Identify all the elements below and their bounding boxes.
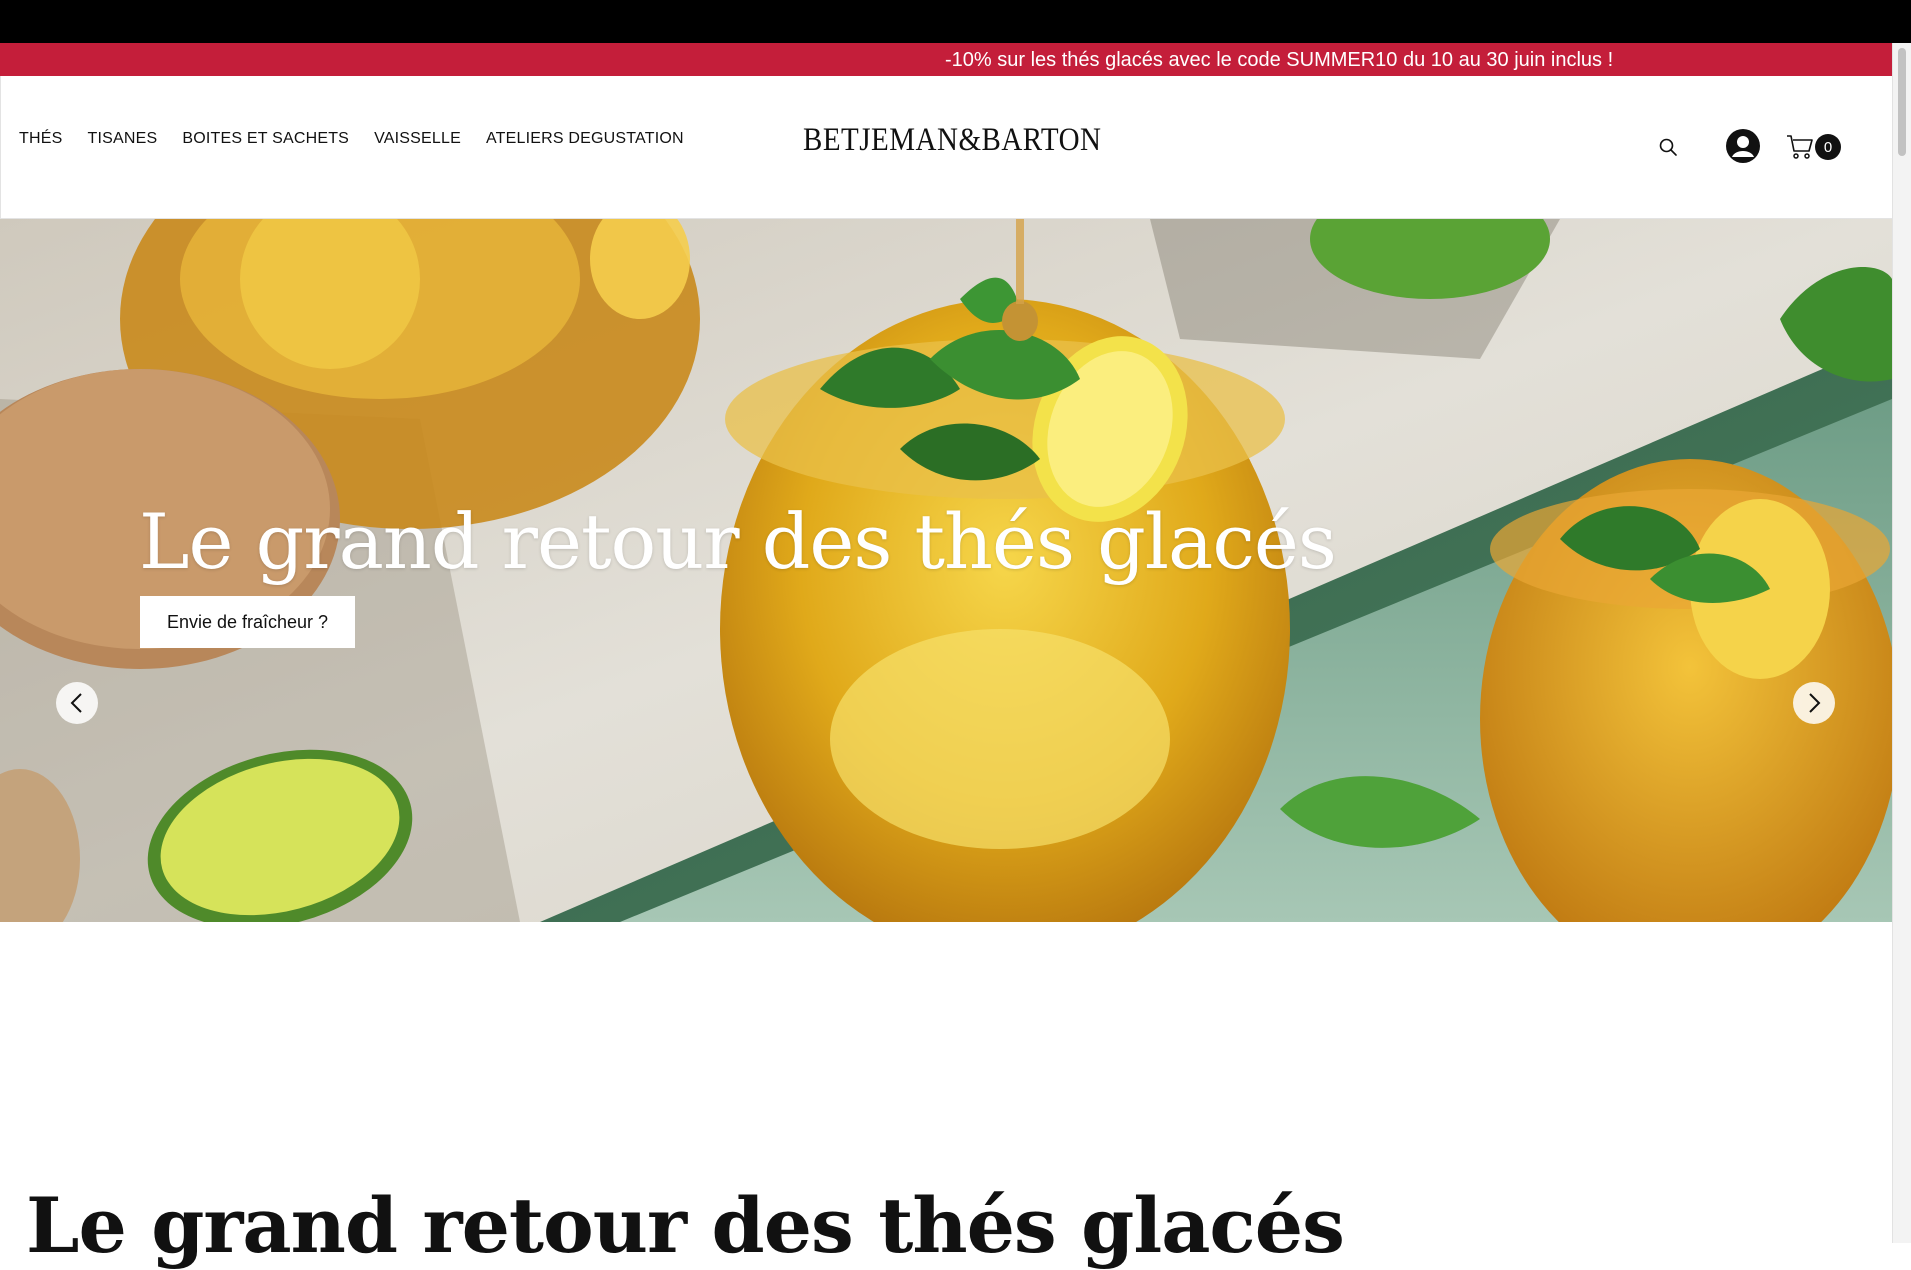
hero-title: Le grand retour des thés glacés [139, 497, 1337, 586]
nav-item-thes[interactable]: THÉS [19, 130, 62, 148]
promo-banner[interactable]: -10% sur les thés glacés avec le code SU… [0, 43, 1892, 76]
nav-item-vaisselle[interactable]: VAISSELLE [374, 130, 461, 148]
hero-cta-button[interactable]: Envie de fraîcheur ? [140, 596, 355, 648]
chevron-left-icon [70, 693, 82, 713]
search-icon [1659, 138, 1677, 156]
promo-text: -10% sur les thés glacés avec le code SU… [945, 49, 1614, 71]
slideshow-next-button[interactable] [1793, 682, 1835, 724]
chevron-right-icon [1809, 693, 1821, 713]
nav-item-tisanes[interactable]: TISANES [87, 130, 157, 148]
page-scrollbar[interactable] [1892, 43, 1911, 1243]
search-button[interactable] [1657, 136, 1679, 158]
slideshow-prev-button[interactable] [56, 682, 98, 724]
scrollbar-thumb[interactable] [1898, 48, 1906, 156]
browser-top-bar [0, 0, 1911, 43]
cart-icon [1787, 135, 1813, 159]
nav-item-ateliers-degustation[interactable]: ATELIERS DEGUSTATION [486, 130, 684, 148]
site-logo[interactable]: BETJEMAN&BARTON [803, 122, 1101, 159]
cart-count-badge: 0 [1815, 134, 1841, 160]
account-button[interactable] [1725, 128, 1761, 164]
site-header: THÉS TISANES BOITES ET SACHETS VAISSELLE… [0, 76, 1892, 219]
account-icon [1726, 129, 1760, 163]
main-nav: THÉS TISANES BOITES ET SACHETS VAISSELLE… [19, 130, 709, 148]
section-title: Le grand retour des thés glacés [26, 1181, 1345, 1270]
nav-item-boites-et-sachets[interactable]: BOITES ET SACHETS [182, 130, 349, 148]
hero-slideshow: Le grand retour des thés glacés Envie de… [0, 219, 1892, 922]
